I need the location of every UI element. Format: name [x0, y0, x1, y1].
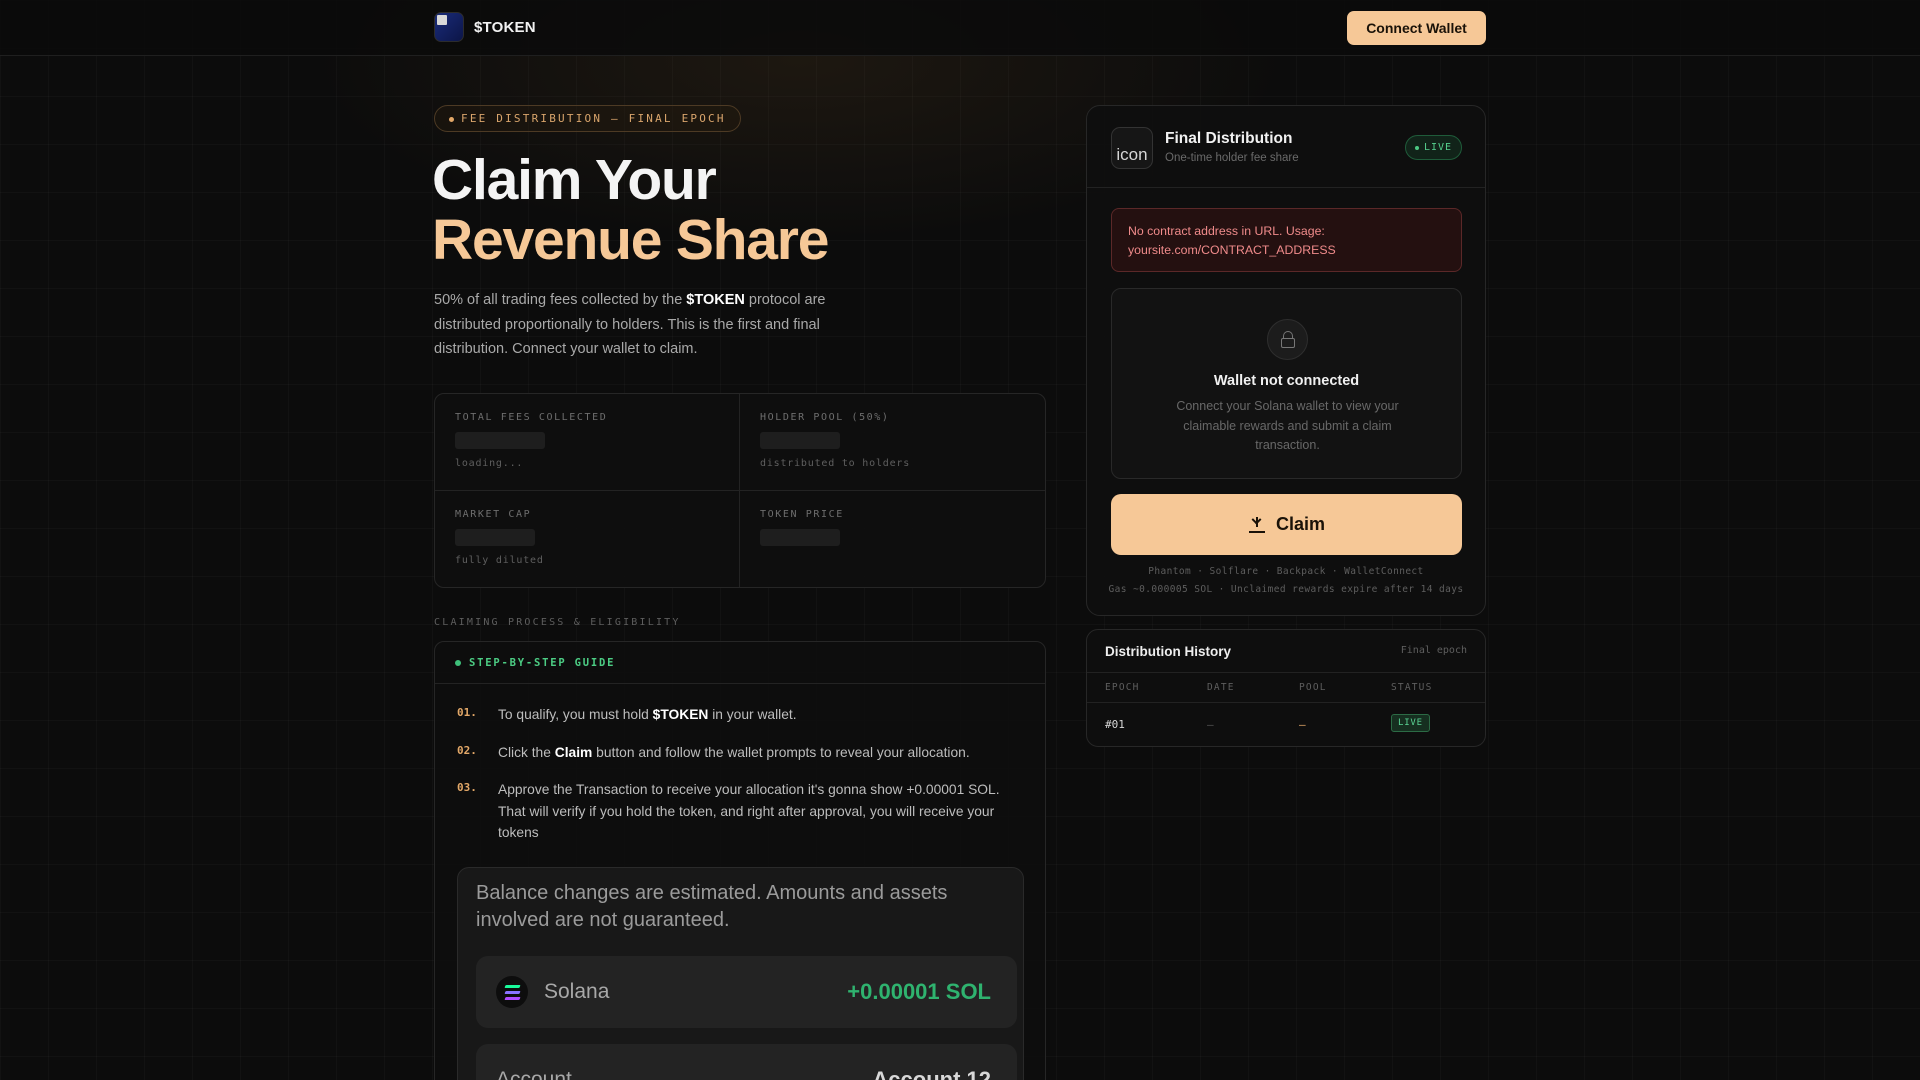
history-table-header: EPOCH DATE POOL STATUS — [1087, 673, 1485, 703]
stat-label: TOTAL FEES COLLECTED — [455, 412, 608, 423]
column-header: POOL — [1299, 682, 1327, 693]
card-title: Final Distribution — [1165, 130, 1293, 147]
error-message: No contract address in URL. Usage: yours… — [1111, 208, 1462, 272]
step-text-pre: To qualify, you must hold — [498, 707, 653, 722]
epoch-pill: FEE DISTRIBUTION — FINAL EPOCH — [434, 105, 741, 132]
live-dot-icon — [1414, 145, 1419, 150]
status-dot-icon — [455, 659, 461, 666]
stat-label: TOKEN PRICE — [760, 508, 844, 520]
hero-description: 50% of all trading fees collected by the… — [434, 288, 874, 362]
stat-label: MARKET CAP — [455, 508, 532, 520]
stat-holder-pool: HOLDER POOL (50%) distributed to holders — [740, 394, 1045, 491]
stat-sub: loading... — [455, 458, 524, 469]
guide-header: STEP-BY-STEP GUIDE — [435, 642, 1045, 684]
step-text: Click the Claim button and follow the wa… — [498, 742, 970, 764]
account-value: Account 12 — [872, 1067, 991, 1080]
step-number: 03. — [457, 781, 477, 794]
wallet-not-connected-panel: Wallet not connected Connect your Solana… — [1111, 288, 1462, 479]
balance-row-account: Account Account 12 — [476, 1044, 1017, 1080]
step-text-bold: Claim — [554, 744, 593, 760]
desc-token: $TOKEN — [686, 292, 745, 308]
stat-value-skeleton — [455, 432, 545, 449]
history-header: Distribution History Final epoch — [1087, 630, 1485, 673]
desc-pre: 50% of all trading fees collected by the — [434, 292, 687, 308]
history-title: Distribution History — [1105, 644, 1232, 659]
stat-sub: distributed to holders — [760, 458, 911, 469]
step-text: To qualify, you must hold $TOKEN in your… — [498, 704, 797, 726]
final-distribution-card: icon Final Distribution One-time holder … — [1086, 105, 1486, 616]
column-header: DATE — [1207, 682, 1235, 693]
stat-value-skeleton — [455, 528, 535, 546]
guide-header-label: STEP-BY-STEP GUIDE — [469, 656, 616, 669]
claim-button[interactable]: Claim — [1111, 494, 1462, 555]
epoch-pill-label: FEE DISTRIBUTION — FINAL EPOCH — [461, 112, 726, 125]
epoch-cell: #01 — [1105, 718, 1125, 731]
step-number: 02. — [457, 743, 477, 757]
column-header: EPOCH — [1105, 682, 1140, 693]
card-header: icon Final Distribution One-time holder … — [1087, 106, 1485, 188]
step-text-bold: $TOKEN — [652, 707, 709, 722]
brand[interactable]: $TOKEN — [434, 12, 536, 42]
distribution-history-panel: Distribution History Final epoch EPOCH D… — [1086, 629, 1486, 747]
distribution-icon: icon — [1111, 127, 1153, 169]
solana-icon — [496, 976, 528, 1008]
gas-note: Gas ~0.000005 SOL · Unclaimed rewards ex… — [1108, 584, 1464, 595]
connect-wallet-button[interactable]: Connect Wallet — [1347, 11, 1486, 45]
card-subtitle: One-time holder fee share — [1165, 152, 1299, 164]
balance-note: Balance changes are estimated. Amounts a… — [476, 882, 948, 931]
step-item: 01. To qualify, you must hold $TOKEN in … — [457, 704, 1023, 726]
column-header: STATUS — [1391, 682, 1433, 693]
claim-button-label: Claim — [1275, 514, 1326, 534]
stat-token-price: TOKEN PRICE — [740, 491, 1045, 588]
date-cell: — — [1207, 718, 1214, 731]
table-row: #01 — — LIVE — [1087, 703, 1485, 746]
page-title: Claim Your Revenue Share — [432, 150, 1052, 270]
step-item: 02. Click the Claim button and follow th… — [457, 742, 1023, 764]
lock-icon — [1267, 319, 1308, 360]
title-line-2: Revenue Share — [432, 208, 829, 272]
not-connected-title: Wallet not connected — [1213, 373, 1360, 389]
account-label: Account — [496, 1068, 572, 1080]
balance-change-value: +0.00001 SOL — [847, 979, 991, 1004]
history-tag: Final epoch — [1400, 645, 1467, 656]
step-text-post: in your wallet. — [708, 707, 797, 722]
supported-wallets: Phantom · Solflare · Backpack · WalletCo… — [1148, 566, 1424, 577]
balance-row-solana: Solana +0.00001 SOL — [476, 956, 1017, 1028]
step-number: 01. — [457, 706, 477, 719]
balance-asset-name: Solana — [544, 980, 610, 1003]
live-badge: LIVE — [1405, 135, 1462, 160]
pill-dot-icon — [449, 117, 454, 122]
title-line-1: Claim Your — [432, 148, 717, 212]
step-item: 03. Approve the Transaction to receive y… — [457, 779, 1023, 844]
stat-label: HOLDER POOL (50%) — [760, 412, 890, 423]
top-nav: $TOKEN Connect Wallet — [0, 0, 1920, 56]
section-label: CLAIMING PROCESS & ELIGIBILITY — [434, 617, 681, 628]
steps-list: 01. To qualify, you must hold $TOKEN in … — [435, 684, 1045, 844]
pool-cell: — — [1299, 718, 1306, 731]
stat-sub: fully diluted — [455, 554, 544, 566]
live-badge-label: LIVE — [1423, 142, 1453, 153]
not-connected-text: Connect your Solana wallet to view your … — [1176, 399, 1399, 452]
download-icon — [1248, 514, 1266, 534]
stat-value-skeleton — [760, 528, 840, 546]
step-text: Approve the Transaction to receive your … — [498, 782, 1000, 840]
step-text-post: button and follow the wallet prompts to … — [592, 744, 970, 760]
status-badge: LIVE — [1391, 714, 1430, 732]
wallet-approval-screenshot: Balance changes are estimated. Amounts a… — [457, 867, 1024, 1080]
stat-market-cap: MARKET CAP fully diluted — [435, 490, 740, 587]
step-guide-panel: STEP-BY-STEP GUIDE 01. To qualify, you m… — [434, 641, 1046, 1080]
stat-value-skeleton — [760, 432, 840, 449]
step-text-pre: Click the — [498, 744, 555, 760]
token-logo-icon — [434, 12, 464, 42]
brand-name: $TOKEN — [474, 18, 536, 36]
stats-grid: TOTAL FEES COLLECTED loading... HOLDER P… — [434, 393, 1046, 588]
stat-total-fees: TOTAL FEES COLLECTED loading... — [435, 394, 740, 491]
